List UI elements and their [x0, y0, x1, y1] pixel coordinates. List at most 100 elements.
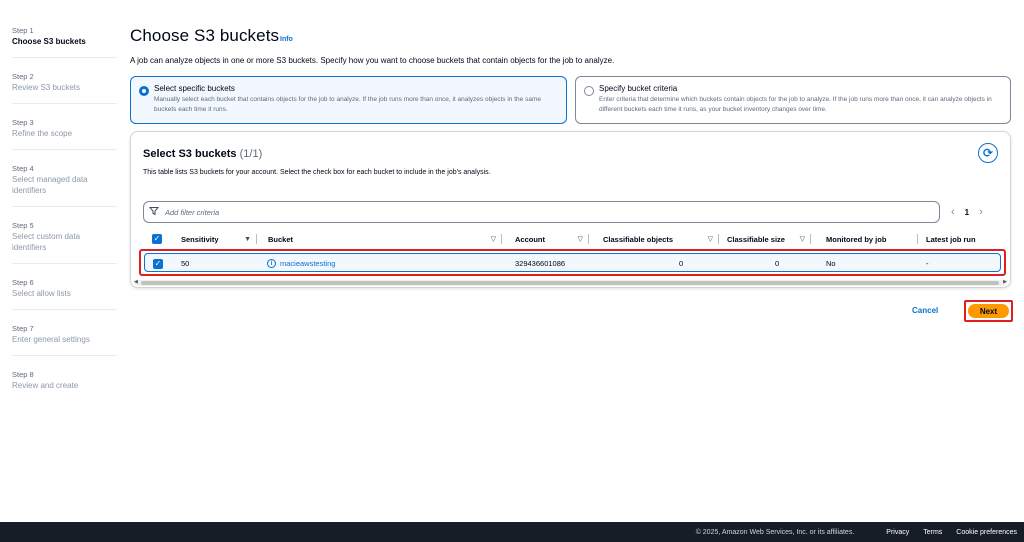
step-number: Step 4 [12, 164, 34, 173]
column-label: Bucket [268, 234, 294, 244]
option-title: Select specific buckets [154, 84, 235, 93]
step-4: Step 4 Select managed data identifiers [12, 160, 117, 207]
step-number: Step 5 [12, 221, 34, 230]
option-specify-bucket-criteria[interactable]: Specify bucket criteria Enter criteria t… [575, 76, 1011, 124]
sort-icon[interactable]: ▽ [491, 235, 496, 243]
column-divider [810, 234, 811, 244]
page-title: Choose S3 buckets [130, 26, 280, 45]
column-label: Latest job run [926, 234, 976, 244]
sort-icon[interactable]: ▽ [578, 235, 583, 243]
radio-unselected-icon[interactable] [584, 86, 594, 96]
step-title: Review S3 buckets [12, 83, 81, 92]
option-title: Specify bucket criteria [599, 84, 678, 93]
horizontal-scrollbar[interactable]: ◀ ▶ [133, 279, 1008, 286]
step-number: Step 1 [12, 26, 34, 35]
scroll-left-icon[interactable]: ◀ [134, 279, 138, 285]
table-header: ✓ Sensitivity ▼ Bucket ▽ Account ▽ Class… [139, 230, 1008, 248]
page-number[interactable]: 1 [965, 208, 969, 217]
table-description: This table lists S3 buckets for your acc… [143, 169, 491, 176]
step-8: Step 8 Review and create [12, 366, 117, 401]
step-6: Step 6 Select allow lists [12, 274, 117, 310]
filter-bar[interactable] [143, 201, 940, 223]
refresh-icon: ⟳ [982, 146, 994, 160]
table-row[interactable]: ✓ 50 i macieawstesting 329436601086 0 0 … [139, 249, 1006, 276]
cell-classifiable-objects: 0 [679, 259, 684, 268]
bucket-name-link[interactable]: macieawstesting [280, 259, 335, 268]
filter-input[interactable] [165, 207, 865, 217]
column-divider [718, 234, 719, 244]
step-title: Refine the scope [12, 129, 73, 138]
next-page-icon[interactable]: › [979, 206, 983, 218]
select-all-cell[interactable]: ✓ [152, 230, 164, 248]
sort-icon[interactable]: ▽ [800, 235, 805, 243]
terms-link[interactable]: Terms [923, 529, 942, 536]
column-bucket[interactable]: Bucket ▽ [268, 230, 502, 248]
step-number: Step 7 [12, 324, 34, 333]
selected-row[interactable]: ✓ 50 i macieawstesting 329436601086 0 0 … [144, 253, 1001, 272]
column-classifiable-objects[interactable]: Classifiable objects ▽ [603, 230, 719, 248]
step-title: Select custom data identifiers [12, 232, 81, 252]
refresh-button[interactable]: ⟳ [978, 143, 998, 163]
step-1[interactable]: Step 1 Choose S3 buckets [12, 22, 117, 58]
sort-descending-icon[interactable]: ▼ [244, 236, 251, 243]
page-description: A job can analyze objects in one or more… [130, 56, 615, 65]
next-button-highlight: Next [964, 300, 1013, 322]
footer: © 2025, Amazon Web Services, Inc. or its… [0, 522, 1024, 542]
column-label: Classifiable size [727, 234, 785, 244]
column-label: Sensitivity [181, 234, 219, 244]
copyright: © 2025, Amazon Web Services, Inc. or its… [695, 528, 855, 536]
cell-monitored-by-job: No [826, 259, 836, 268]
cancel-button[interactable]: Cancel [912, 306, 938, 315]
table-title: Select S3 buckets (1/1) [143, 148, 262, 160]
cell-latest-job-run: - [926, 259, 929, 268]
column-label: Account [515, 234, 545, 244]
column-divider [256, 234, 257, 244]
cell-classifiable-size: 0 [775, 259, 780, 268]
select-all-checkbox[interactable]: ✓ [152, 234, 162, 244]
cell-sensitivity: 50 [181, 259, 190, 268]
column-monitored-by-job[interactable]: Monitored by job [826, 230, 918, 248]
step-7: Step 7 Enter general settings [12, 320, 117, 356]
column-divider [588, 234, 589, 244]
step-number: Step 3 [12, 118, 34, 127]
info-icon[interactable]: i [267, 259, 276, 268]
step-title: Select allow lists [12, 289, 71, 298]
privacy-link[interactable]: Privacy [886, 529, 909, 536]
column-label: Classifiable objects [603, 234, 674, 244]
sort-icon[interactable]: ▽ [708, 235, 713, 243]
step-number: Step 8 [12, 370, 34, 379]
column-account[interactable]: Account ▽ [515, 230, 589, 248]
cell-bucket[interactable]: i macieawstesting [267, 254, 335, 273]
info-link[interactable]: Info [280, 36, 293, 43]
radio-selected-icon[interactable] [139, 86, 149, 96]
column-sensitivity[interactable]: Sensitivity ▼ [181, 230, 257, 248]
option-select-specific-buckets[interactable]: Select specific buckets Manually select … [130, 76, 567, 124]
row-select-cell[interactable]: ✓ [153, 254, 163, 273]
column-latest-job-run[interactable]: Latest job run [926, 230, 1006, 248]
step-title: Review and create [12, 381, 79, 390]
previous-page-icon[interactable]: ‹ [951, 206, 955, 218]
step-title: Choose S3 buckets [12, 37, 86, 46]
step-3: Step 3 Refine the scope [12, 114, 117, 150]
cookie-preferences-link[interactable]: Cookie preferences [956, 529, 1017, 536]
cell-account: 329436601086 [515, 259, 566, 268]
column-divider [917, 234, 918, 244]
scrollbar-thumb[interactable] [141, 281, 999, 285]
wizard-steps: Step 1 Choose S3 buckets Step 2 Review S… [12, 22, 117, 411]
column-classifiable-size[interactable]: Classifiable size ▽ [727, 230, 811, 248]
pagination: ‹ 1 › [951, 206, 983, 218]
table-count: (1/1) [239, 148, 263, 160]
step-title: Enter general settings [12, 335, 90, 344]
option-description: Manually select each bucket that contain… [154, 96, 541, 113]
step-number: Step 2 [12, 72, 34, 81]
next-button[interactable]: Next [968, 304, 1009, 318]
row-checkbox[interactable]: ✓ [153, 258, 163, 269]
step-number: Step 6 [12, 278, 34, 287]
buckets-table-container: Select S3 buckets (1/1) This table lists… [130, 131, 1011, 288]
option-description: Enter criteria that determine which buck… [599, 96, 992, 113]
scroll-right-icon[interactable]: ▶ [1003, 279, 1007, 285]
column-label: Monitored by job [826, 234, 887, 244]
filter-icon [148, 206, 161, 219]
table-title-text: Select S3 buckets [143, 148, 237, 160]
step-5: Step 5 Select custom data identifiers [12, 217, 117, 264]
